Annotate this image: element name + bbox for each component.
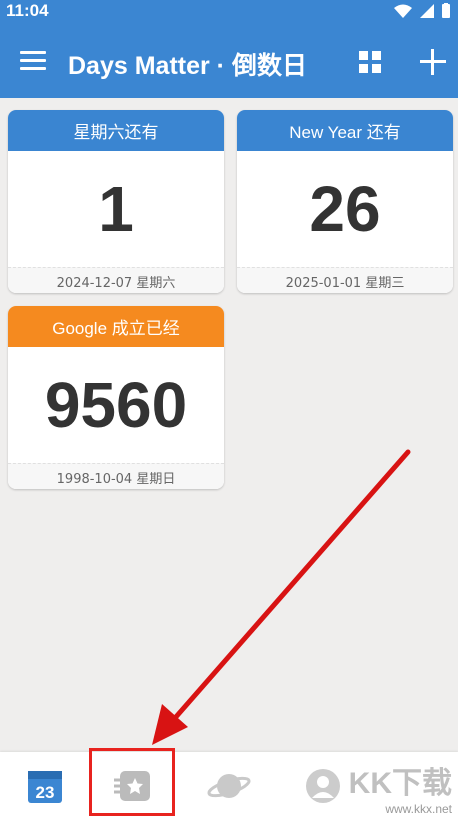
highlight-box: [89, 748, 175, 816]
nav-discover[interactable]: [184, 752, 274, 820]
grid-view-icon[interactable]: [359, 51, 381, 73]
battery-icon: [442, 3, 450, 18]
event-card-saturday[interactable]: 星期六还有 1 2024-12-07 星期六: [8, 110, 224, 293]
status-bar: 11:04: [0, 0, 458, 24]
target-date: 2025-01-01 星期三: [237, 267, 453, 293]
watermark: KK下载 www.kkx.net: [349, 758, 452, 816]
watermark-text: KK下载: [348, 767, 452, 800]
signal-icon: [420, 3, 434, 18]
event-card-google[interactable]: Google 成立已经 9560 1998-10-04 星期日: [8, 306, 224, 489]
avatar-icon: [306, 769, 340, 803]
days-count: 1: [98, 173, 134, 245]
status-icons: [394, 3, 450, 18]
status-time: 11:04: [6, 1, 49, 20]
card-header: 星期六还有: [8, 110, 224, 151]
planet-icon: [207, 774, 251, 798]
days-count: 26: [309, 173, 381, 245]
card-header: Google 成立已经: [8, 306, 224, 347]
calendar-icon: 23: [28, 771, 62, 803]
target-date: 2024-12-07 星期六: [8, 267, 224, 293]
target-date: 1998-10-04 星期日: [8, 463, 224, 489]
days-count: 9560: [44, 369, 188, 441]
menu-icon[interactable]: [20, 51, 46, 71]
calendar-day: 23: [36, 783, 55, 802]
wifi-icon: [394, 4, 412, 18]
nav-calendar[interactable]: 23: [0, 752, 90, 820]
add-icon[interactable]: [420, 49, 446, 75]
app-bar: Days Matter · 倒数日: [0, 24, 458, 98]
card-header: New Year 还有: [237, 110, 453, 151]
app-title: Days Matter · 倒数日: [68, 52, 307, 80]
event-card-new-year[interactable]: New Year 还有 26 2025-01-01 星期三: [237, 110, 453, 293]
watermark-url: www.kkx.net: [385, 802, 452, 816]
